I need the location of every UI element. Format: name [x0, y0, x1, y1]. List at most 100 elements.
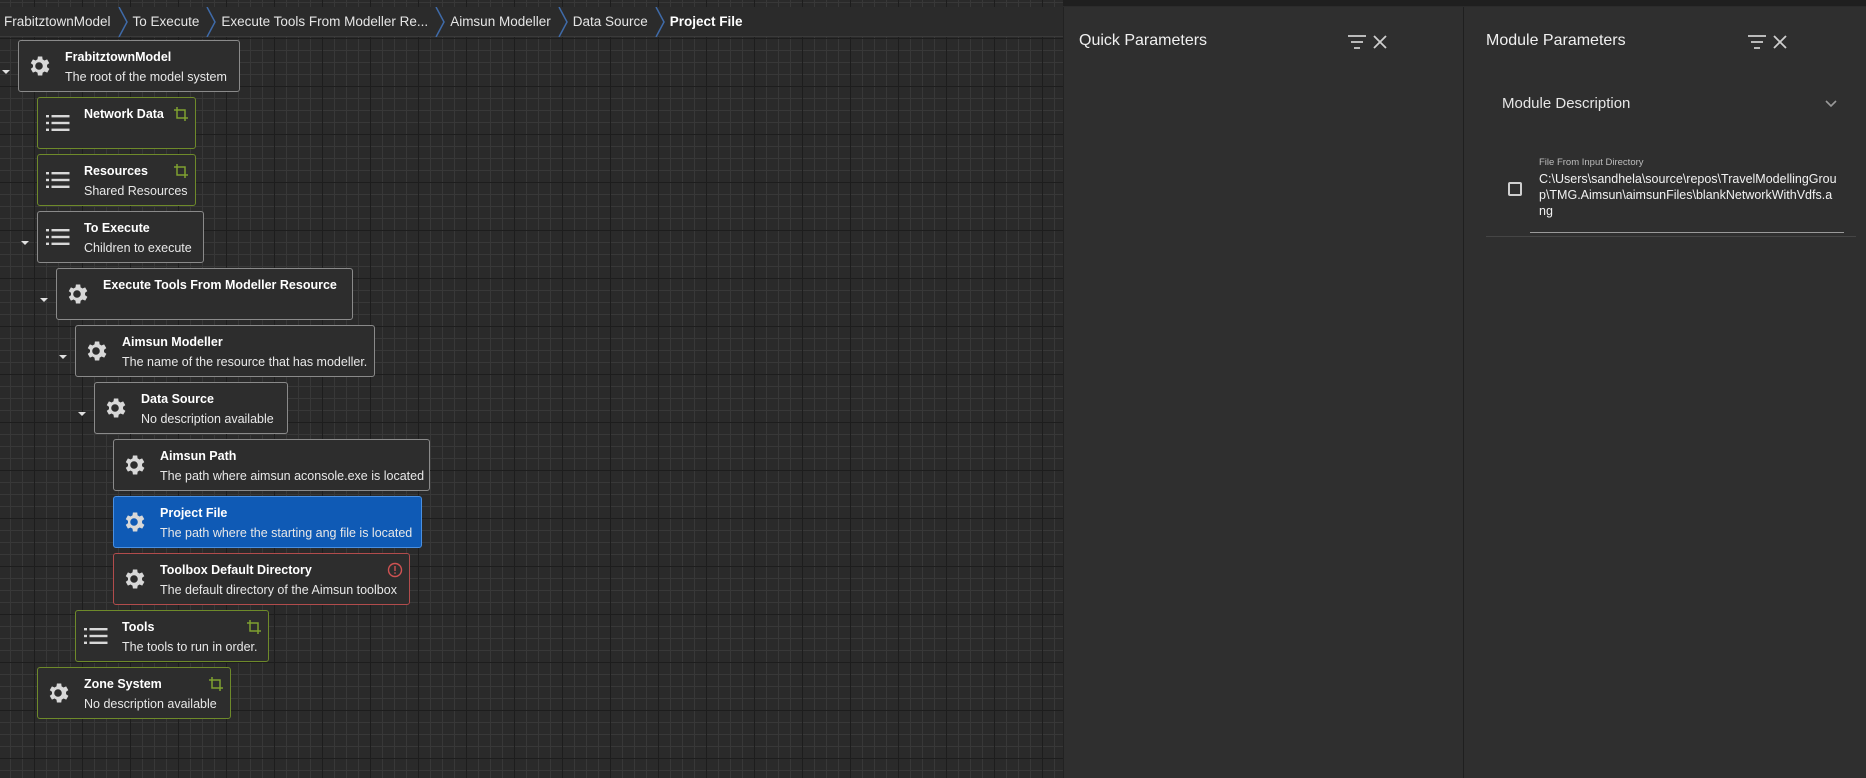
- module-node-badge: [208, 676, 224, 692]
- breadcrumb-item[interactable]: Project File: [666, 7, 755, 37]
- module-node[interactable]: Resources Shared Resources: [37, 154, 196, 206]
- gear-icon: [49, 683, 69, 703]
- module-node-name: Aimsun Path: [160, 449, 237, 463]
- module-node-name: Resources: [84, 164, 148, 178]
- filter-icon: [1348, 35, 1366, 49]
- crop-icon: [209, 677, 223, 691]
- module-node-icon-wrap: [114, 554, 154, 604]
- gear-icon: [125, 569, 145, 589]
- app-window: FrabitztownModel To Execute Execute Tools …: [0, 0, 1866, 778]
- module-node[interactable]: Toolbox Default Directory The default dir…: [113, 553, 410, 605]
- close-icon: [1773, 35, 1787, 49]
- breadcrumb-separator-icon: [655, 6, 665, 37]
- module-node-name: To Execute: [84, 221, 150, 235]
- gear-icon: [125, 512, 145, 532]
- quick-close-button[interactable]: [1369, 31, 1391, 53]
- breadcrumb-separator-icon: [206, 6, 217, 37]
- module-node-badge: [173, 106, 189, 122]
- breadcrumb-item[interactable]: Aimsun Modeller: [446, 6, 568, 37]
- module-node-text: Aimsun Modeller The name of the resource …: [116, 326, 377, 369]
- module-node-description: The path where aimsun aconsole.exe is lo…: [160, 469, 425, 483]
- module-close-button[interactable]: [1769, 31, 1791, 53]
- gear-icon: [87, 341, 107, 361]
- caret-down-icon: [59, 355, 67, 359]
- module-node[interactable]: Execute Tools From Modeller Resource: [56, 268, 353, 320]
- list-icon: [46, 172, 70, 188]
- breadcrumb: FrabitztownModel To Execute Execute Tools …: [0, 6, 1063, 37]
- list-icon: [84, 628, 108, 644]
- module-node[interactable]: Network Data: [37, 97, 196, 149]
- breadcrumb-item[interactable]: Data Source: [569, 6, 665, 37]
- module-filter-button[interactable]: [1746, 31, 1768, 53]
- module-node-icon-wrap: [76, 611, 116, 661]
- module-parameters-title: Module Parameters: [1486, 32, 1626, 49]
- module-node-icon-wrap: [38, 155, 78, 205]
- filter-icon: [1748, 35, 1766, 49]
- module-node[interactable]: Zone System No description available: [37, 667, 231, 719]
- parameter-checkbox[interactable]: [1508, 182, 1522, 196]
- crop-icon: [247, 620, 261, 634]
- module-node-name: Toolbox Default Directory: [160, 563, 312, 577]
- module-parameters-panel: Module Parameters Module Description Fil…: [1463, 7, 1866, 778]
- module-node-badge: [246, 619, 262, 635]
- module-node-badge: [387, 562, 403, 578]
- module-node-name: Zone System: [84, 677, 162, 691]
- breadcrumb-item[interactable]: FrabitztownModel: [0, 6, 128, 37]
- gear-icon: [106, 398, 126, 418]
- caret-down-icon: [78, 412, 86, 416]
- module-node-description: Shared Resources: [84, 184, 188, 198]
- module-node-name: Aimsun Modeller: [122, 335, 223, 349]
- module-node-badge: [173, 163, 189, 179]
- list-icon: [46, 115, 70, 131]
- module-node-name: Data Source: [141, 392, 214, 406]
- module-node[interactable]: Data Source No description available: [94, 382, 288, 434]
- expand-caret[interactable]: [77, 406, 87, 416]
- quick-filter-button[interactable]: [1346, 31, 1368, 53]
- module-node-icon-wrap: [38, 668, 78, 718]
- module-node-text: Tools The tools to run in order.: [116, 611, 268, 654]
- module-node-text: Toolbox Default Directory The default dir…: [154, 554, 407, 597]
- module-node-text: Data Source No description available: [135, 383, 284, 426]
- quick-parameters-panel: Quick Parameters: [1063, 7, 1463, 778]
- caret-down-icon: [21, 241, 29, 245]
- crop-icon: [174, 107, 188, 121]
- module-node-icon-wrap: [19, 41, 59, 91]
- quick-parameters-title: Quick Parameters: [1079, 32, 1208, 49]
- caret-down-icon: [2, 70, 10, 74]
- module-node[interactable]: FrabitztownModel The root of the model sy…: [18, 40, 240, 92]
- module-node-icon-wrap: [114, 440, 154, 490]
- module-description-expander[interactable]: Module Description: [1486, 77, 1856, 127]
- module-node-icon-wrap: [95, 383, 135, 433]
- expand-caret[interactable]: [20, 235, 30, 245]
- module-node-text: Network Data: [78, 98, 174, 127]
- parameter-label: File From Input Directory: [1539, 157, 1644, 168]
- module-node-description: No description available: [84, 697, 217, 711]
- module-node-name: Project File: [160, 506, 228, 520]
- module-node[interactable]: Aimsun Modeller The name of the resource …: [75, 325, 375, 377]
- module-node[interactable]: Project File The path where the starting …: [113, 496, 422, 548]
- breadcrumb-item[interactable]: To Execute: [129, 6, 217, 37]
- module-node-icon-wrap: [38, 98, 78, 148]
- module-node-text: Project File The path where the starting …: [154, 497, 422, 540]
- gear-icon: [30, 56, 50, 76]
- module-node[interactable]: Aimsun Path The path where aimsun aconsol…: [113, 439, 430, 491]
- module-node[interactable]: To Execute Children to execute: [37, 211, 204, 263]
- expand-caret[interactable]: [58, 349, 68, 359]
- module-node-icon-wrap: [38, 212, 78, 262]
- list-icon: [46, 229, 70, 245]
- module-node-name: Network Data: [84, 107, 164, 121]
- module-node-name: Execute Tools From Modeller Resource: [103, 278, 337, 292]
- gear-icon: [125, 455, 145, 475]
- model-system-canvas[interactable]: FrabitztownModel To Execute Execute Tools …: [0, 0, 1063, 778]
- expand-caret[interactable]: [39, 292, 49, 302]
- breadcrumb-item[interactable]: Execute Tools From Modeller Re...: [217, 6, 446, 37]
- module-node-description: No description available: [141, 412, 274, 426]
- module-node-name: FrabitztownModel: [65, 50, 172, 64]
- crop-icon: [174, 164, 188, 178]
- module-node-description: The name of the resource that has modell…: [122, 355, 368, 369]
- module-node[interactable]: Tools The tools to run in order.: [75, 610, 269, 662]
- parameter-input-underline: [1530, 232, 1844, 233]
- parameter-value-input[interactable]: C:\Users\sandhela\source\repos\TravelMod…: [1539, 171, 1839, 219]
- expand-caret[interactable]: [1, 64, 11, 74]
- module-node-description: The tools to run in order.: [122, 640, 258, 654]
